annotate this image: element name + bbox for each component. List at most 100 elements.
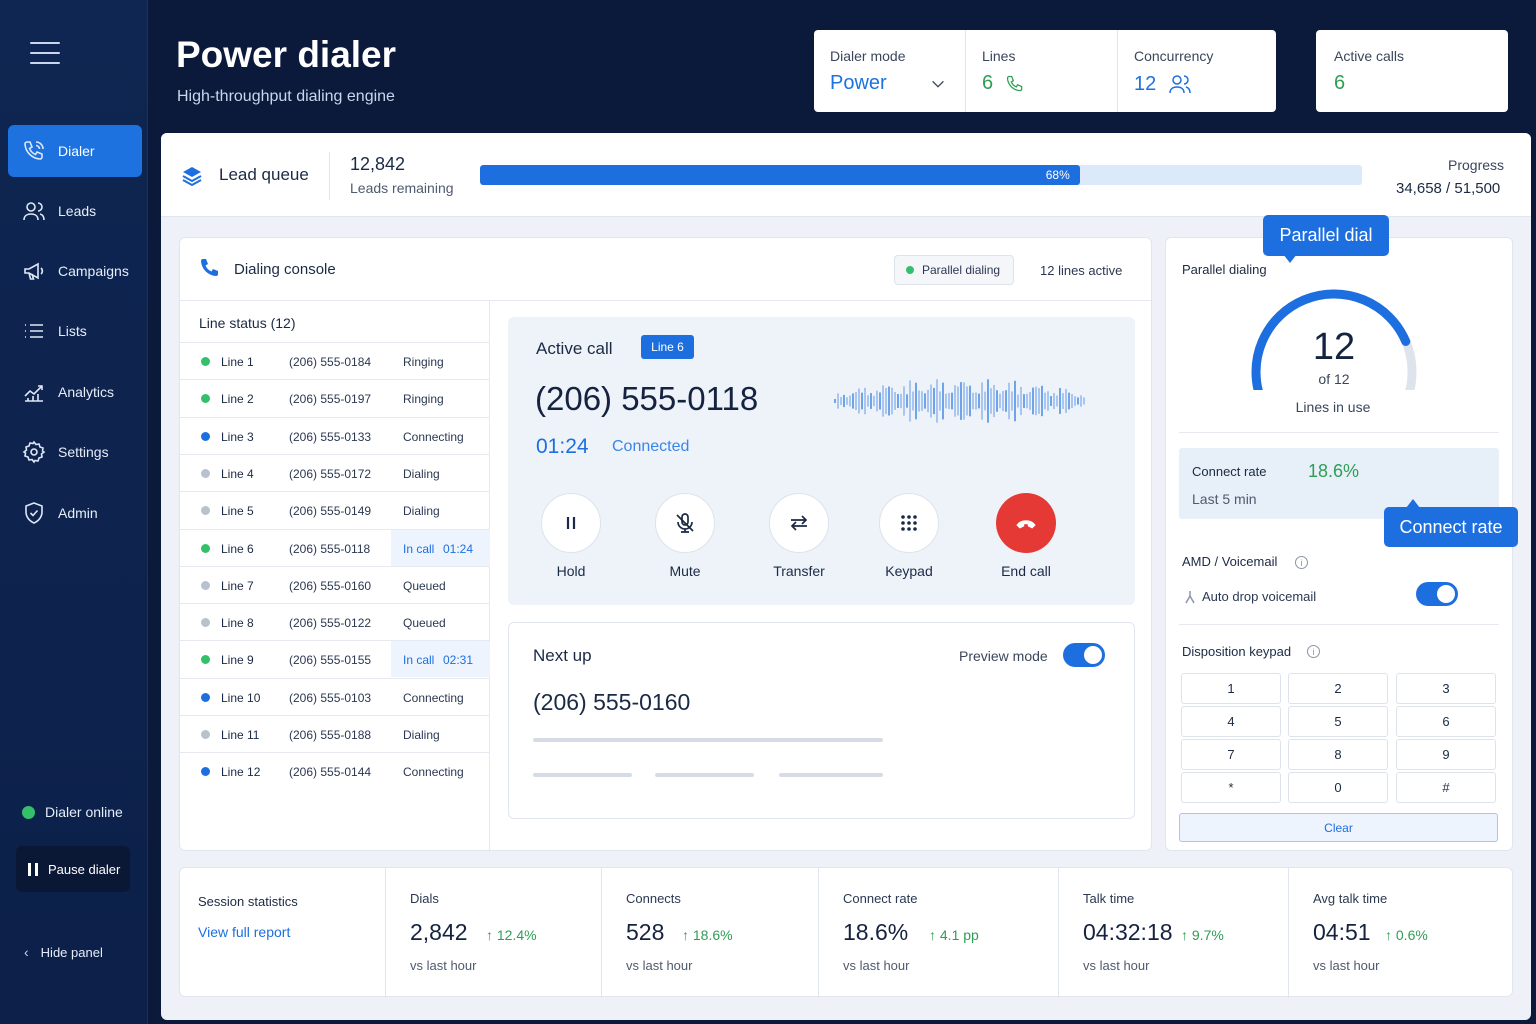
line-row[interactable]: Line 1 (206) 555-0184 Ringing — [180, 342, 490, 379]
keypad-key[interactable]: 5 — [1288, 706, 1388, 737]
active-calls-value: 6 — [1334, 72, 1346, 94]
line-row[interactable]: Line 6 (206) 555-0118 In call 01:24 — [180, 528, 490, 566]
connect-rate-callout: Connect rate — [1384, 507, 1518, 547]
line-status-cell: Connecting — [391, 418, 490, 454]
sidebar-item-dialer[interactable]: Dialer — [8, 125, 142, 177]
shield-icon — [25, 502, 43, 524]
stat-value: 2,842 — [410, 919, 468, 945]
line-name: Line 4 — [221, 466, 254, 481]
dialer-mode-value: Power — [830, 72, 965, 95]
concurrency-value: 12 — [1134, 72, 1157, 95]
disposition-keypad-label: Disposition keypad — [1182, 644, 1292, 659]
line-row[interactable]: Line 7 (206) 555-0160 Queued — [180, 565, 490, 603]
clear-button[interactable]: Clear — [1179, 813, 1498, 842]
info-icon[interactable]: i — [1295, 556, 1308, 569]
line-row[interactable]: Line 8 (206) 555-0122 Queued — [180, 603, 490, 640]
hold-button[interactable] — [541, 493, 601, 553]
skeleton-line — [655, 773, 754, 777]
lines-active-text: 12 lines active — [1040, 263, 1123, 278]
line-name: Line 6 — [221, 541, 254, 556]
line-row[interactable]: Line 2 (206) 555-0197 Ringing — [180, 379, 490, 416]
keypad-key[interactable]: * — [1181, 772, 1281, 803]
preview-mode-toggle[interactable] — [1063, 643, 1105, 667]
console-title: Dialing console — [234, 261, 336, 278]
waveform-icon — [834, 379, 1085, 423]
line-time: 01:24 — [443, 541, 474, 556]
lines-label: Lines — [982, 48, 1016, 64]
transfer-button[interactable] — [769, 493, 829, 553]
dialer-mode-select[interactable]: Dialer mode Power — [814, 30, 966, 112]
keypad-button[interactable] — [879, 493, 939, 553]
line-status: Dialing — [403, 504, 440, 519]
menu-icon[interactable] — [30, 42, 60, 66]
dialer-stats-group: Dialer mode Power Lines 6 Concurrency 12 — [814, 30, 1276, 112]
line-number: (206) 555-0122 — [289, 616, 372, 631]
sidebar-item-settings[interactable]: Settings — [8, 426, 142, 478]
line-row[interactable]: Line 4 (206) 555-0172 Dialing — [180, 453, 490, 491]
line-name: Line 2 — [221, 392, 254, 407]
stat-delta: ↑ 12.4% — [486, 927, 537, 943]
line-row[interactable]: Line 5 (206) 555-0149 Dialing — [180, 491, 490, 528]
info-icon[interactable]: i — [1307, 645, 1320, 658]
line-row[interactable]: Line 12 (206) 555-0144 Connecting — [180, 752, 490, 789]
mute-button[interactable] — [655, 493, 715, 553]
line-number: (206) 555-0184 — [289, 355, 372, 369]
line-status-cell: Ringing — [391, 343, 490, 379]
sidebar-item-lists[interactable]: Lists — [8, 305, 142, 357]
keypad-key[interactable]: 0 — [1288, 772, 1388, 803]
keypad-key[interactable]: 1 — [1181, 673, 1281, 704]
voicemail-drop-icon — [1185, 590, 1195, 603]
progress-value: 34,658 / 51,500 — [1396, 180, 1501, 197]
skeleton-line — [533, 773, 632, 777]
pause-dialer-button[interactable]: Pause dialer — [16, 846, 130, 892]
line-status-cell: In call 01:24 — [391, 529, 490, 566]
line-row[interactable]: Line 10 (206) 555-0103 Connecting — [180, 677, 490, 715]
sidebar-item-leads[interactable]: Leads — [8, 185, 142, 237]
lead-progress-percent: 68% — [1045, 168, 1070, 182]
line-name: Line 9 — [221, 653, 254, 668]
end-call-button[interactable] — [996, 493, 1056, 553]
view-full-report-link[interactable]: View full report — [198, 924, 290, 940]
active-calls-label: Active calls — [1334, 48, 1405, 64]
line-status-cell: Ringing — [391, 380, 490, 416]
line-row[interactable]: Line 9 (206) 555-0155 In call 02:31 — [180, 640, 490, 678]
line-number: (206) 555-0118 — [289, 541, 371, 556]
megaphone-icon — [24, 262, 44, 280]
active-call-number: (206) 555-0118 — [535, 380, 759, 417]
skeleton-line — [533, 738, 883, 742]
connect-rate-label: Connect rate — [1192, 464, 1267, 479]
line-row[interactable]: Line 3 (206) 555-0133 Connecting — [180, 416, 490, 454]
gauge-of: of 12 — [1318, 371, 1350, 387]
sidebar-item-analytics[interactable]: Analytics — [8, 366, 142, 418]
parallel-dialing-pill: Parallel dialing — [894, 255, 1014, 285]
hide-panel-label: Hide panel — [40, 944, 103, 960]
dialer-mode-label: Dialer mode — [830, 48, 906, 64]
status-dot — [906, 266, 914, 274]
keypad-key[interactable]: 3 — [1396, 673, 1496, 704]
keypad-key[interactable]: 7 — [1181, 739, 1281, 770]
line-status-dot — [201, 543, 210, 553]
line-status-cell: In call 02:31 — [391, 641, 490, 678]
keypad-key[interactable]: # — [1396, 772, 1496, 803]
auto-drop-toggle[interactable] — [1416, 582, 1458, 606]
keypad-key[interactable]: 9 — [1396, 739, 1496, 770]
line-number: (206) 555-0149 — [289, 504, 372, 519]
hide-panel-button[interactable]: ‹ Hide panel — [24, 944, 103, 960]
line-status-dot — [201, 468, 210, 478]
mic-off-icon — [676, 513, 694, 533]
keypad-key[interactable]: 6 — [1396, 706, 1496, 737]
parallel-dial-callout: Parallel dial — [1263, 215, 1389, 256]
pause-icon — [28, 862, 38, 876]
stat-connect-rate: Connect rate 18.6% ↑ 4.1 pp vs last hour — [819, 868, 1059, 998]
line-row[interactable]: Line 11 (206) 555-0188 Dialing — [180, 715, 490, 752]
keypad-key[interactable]: 8 — [1288, 739, 1388, 770]
line-status: Connecting — [403, 429, 464, 444]
keypad-key[interactable]: 4 — [1181, 706, 1281, 737]
keypad-key[interactable]: 2 — [1288, 673, 1388, 704]
sidebar-item-admin[interactable]: Admin — [8, 487, 142, 539]
line-status: Connecting — [403, 765, 464, 780]
line-status-cell: Dialing — [391, 455, 490, 491]
dialer-status-label: Dialer online — [45, 804, 123, 820]
sidebar-item-campaigns[interactable]: Campaigns — [8, 245, 142, 297]
gear-icon — [22, 440, 46, 464]
